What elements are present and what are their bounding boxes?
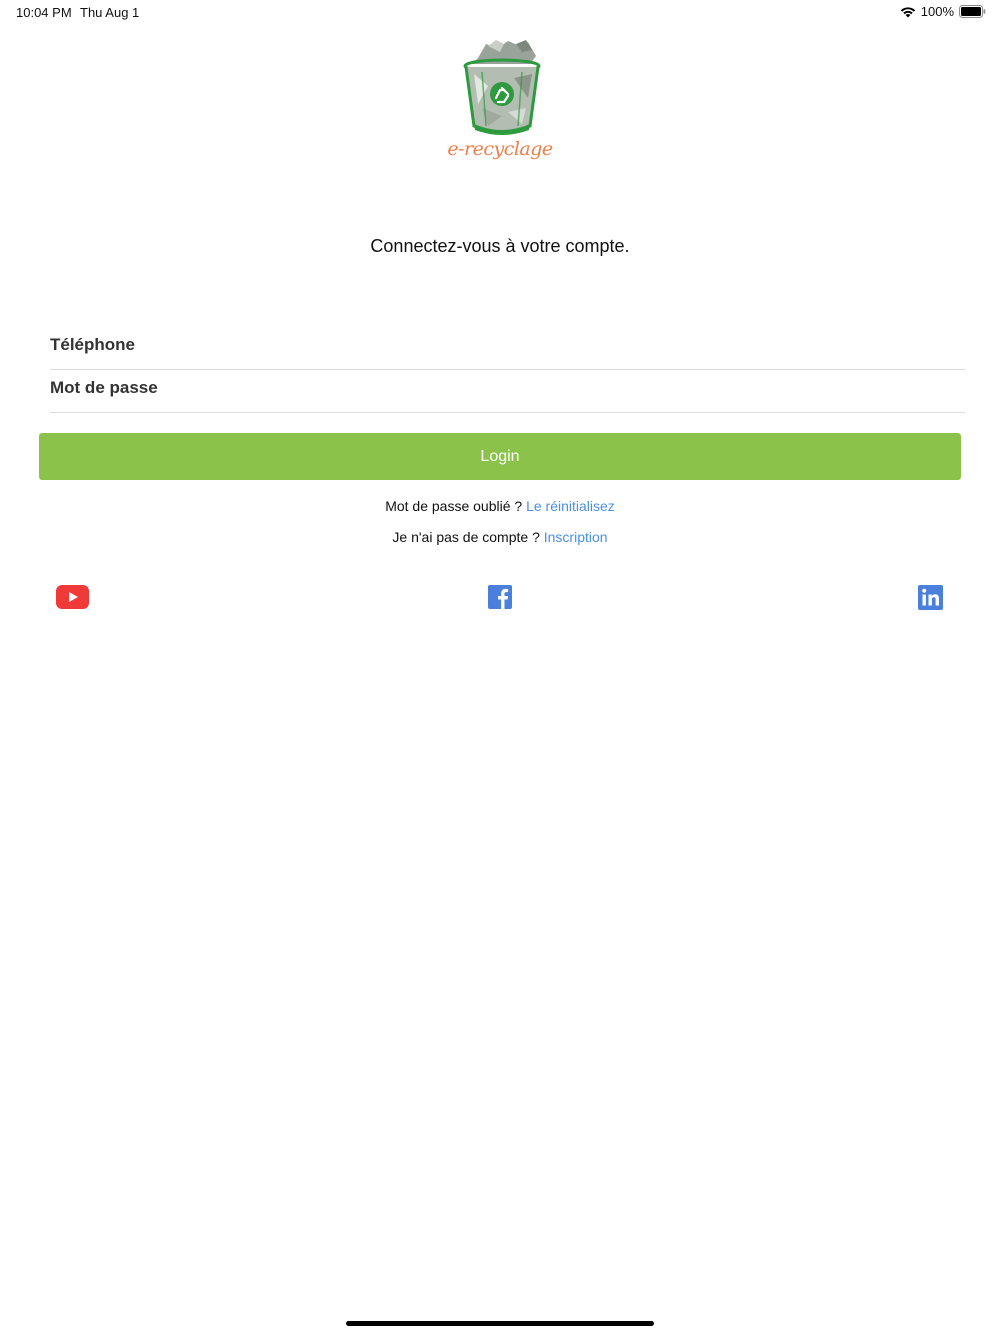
logo-wordmark: e-recyclage — [447, 138, 553, 160]
signup-link[interactable]: Inscription — [544, 529, 608, 545]
wifi-icon — [900, 6, 915, 17]
status-date: Thu Aug 1 — [80, 5, 140, 20]
home-indicator — [346, 1321, 654, 1326]
signup-line: Je n'ai pas de compte ? Inscription — [0, 529, 1000, 545]
app-logo: e-recyclage — [438, 38, 562, 164]
no-account-text: Je n'ai pas de compte ? — [392, 529, 544, 545]
youtube-icon[interactable] — [56, 585, 89, 609]
forgot-password-line: Mot de passe oublié ? Le réinitialisez — [0, 498, 1000, 514]
phone-field[interactable]: Téléphone — [50, 327, 965, 370]
login-button-label: Login — [480, 447, 520, 465]
reset-password-link[interactable]: Le réinitialisez — [526, 498, 615, 514]
status-time: 10:04 PM — [16, 5, 72, 20]
facebook-icon[interactable] — [488, 585, 512, 609]
phone-input[interactable] — [50, 327, 965, 369]
password-field[interactable]: Mot de passe — [50, 370, 965, 413]
status-indicators: 100% — [900, 4, 986, 19]
page-title: Connectez-vous à votre compte. — [370, 236, 630, 256]
battery-icon — [959, 5, 986, 18]
forgot-password-text: Mot de passe oublié ? — [385, 498, 527, 514]
status-bar: 10:04 PM Thu Aug 1 100% — [0, 0, 1000, 24]
battery-percent: 100% — [920, 4, 954, 19]
login-button[interactable]: Login — [39, 433, 961, 480]
recycle-bin-icon — [463, 40, 541, 135]
linkedin-icon[interactable] — [918, 585, 943, 610]
password-input[interactable] — [50, 370, 965, 412]
